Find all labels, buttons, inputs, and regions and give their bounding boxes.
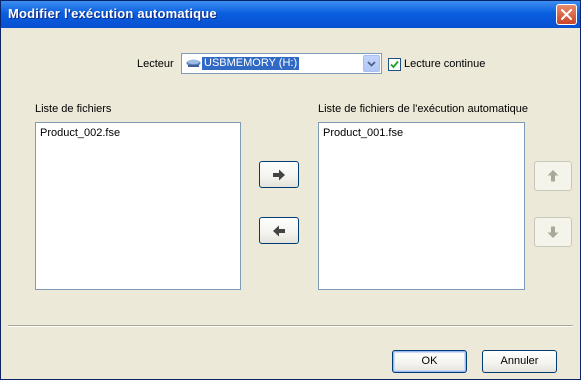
move-down-button[interactable] <box>534 217 572 247</box>
drive-dropdown-button[interactable] <box>363 55 380 72</box>
dialog-title: Modifier l'exécution automatique <box>8 6 217 21</box>
list-item[interactable]: Product_002.fse <box>40 127 120 139</box>
autorun-listbox[interactable]: Product_001.fse <box>318 122 525 290</box>
drive-selected-value: USBMEMORY (H:) <box>202 57 300 70</box>
drive-label: Lecteur <box>137 58 174 70</box>
continuous-play-label: Lecture continue <box>404 58 486 70</box>
drive-icon <box>186 59 201 67</box>
file-list-label: Liste de fichiers <box>35 103 112 115</box>
add-to-autorun-button[interactable] <box>259 161 299 188</box>
autorun-list-label: Liste de fichiers de l'exécution automat… <box>318 103 529 115</box>
ok-button[interactable]: OK <box>392 350 467 373</box>
file-listbox[interactable]: Product_002.fse <box>35 122 241 290</box>
close-button[interactable] <box>556 4 577 25</box>
cancel-button[interactable]: Annuler <box>482 350 557 373</box>
arrow-left-icon <box>273 225 285 236</box>
arrow-right-icon <box>273 169 285 180</box>
footer-divider <box>8 325 573 327</box>
arrow-up-icon <box>547 170 559 182</box>
dialog-window: Modifier l'exécution automatique Lecteur… <box>0 0 581 380</box>
arrow-down-icon <box>547 226 559 238</box>
close-icon <box>561 9 572 20</box>
continuous-play-checkbox[interactable] <box>388 58 401 71</box>
checkmark-icon <box>390 60 399 69</box>
chevron-down-icon <box>367 61 376 67</box>
move-up-button[interactable] <box>534 161 572 191</box>
drive-select[interactable]: USBMEMORY (H:) <box>181 53 382 74</box>
title-bar[interactable]: Modifier l'exécution automatique <box>1 1 580 28</box>
list-item[interactable]: Product_001.fse <box>323 127 403 139</box>
remove-from-autorun-button[interactable] <box>259 217 299 244</box>
